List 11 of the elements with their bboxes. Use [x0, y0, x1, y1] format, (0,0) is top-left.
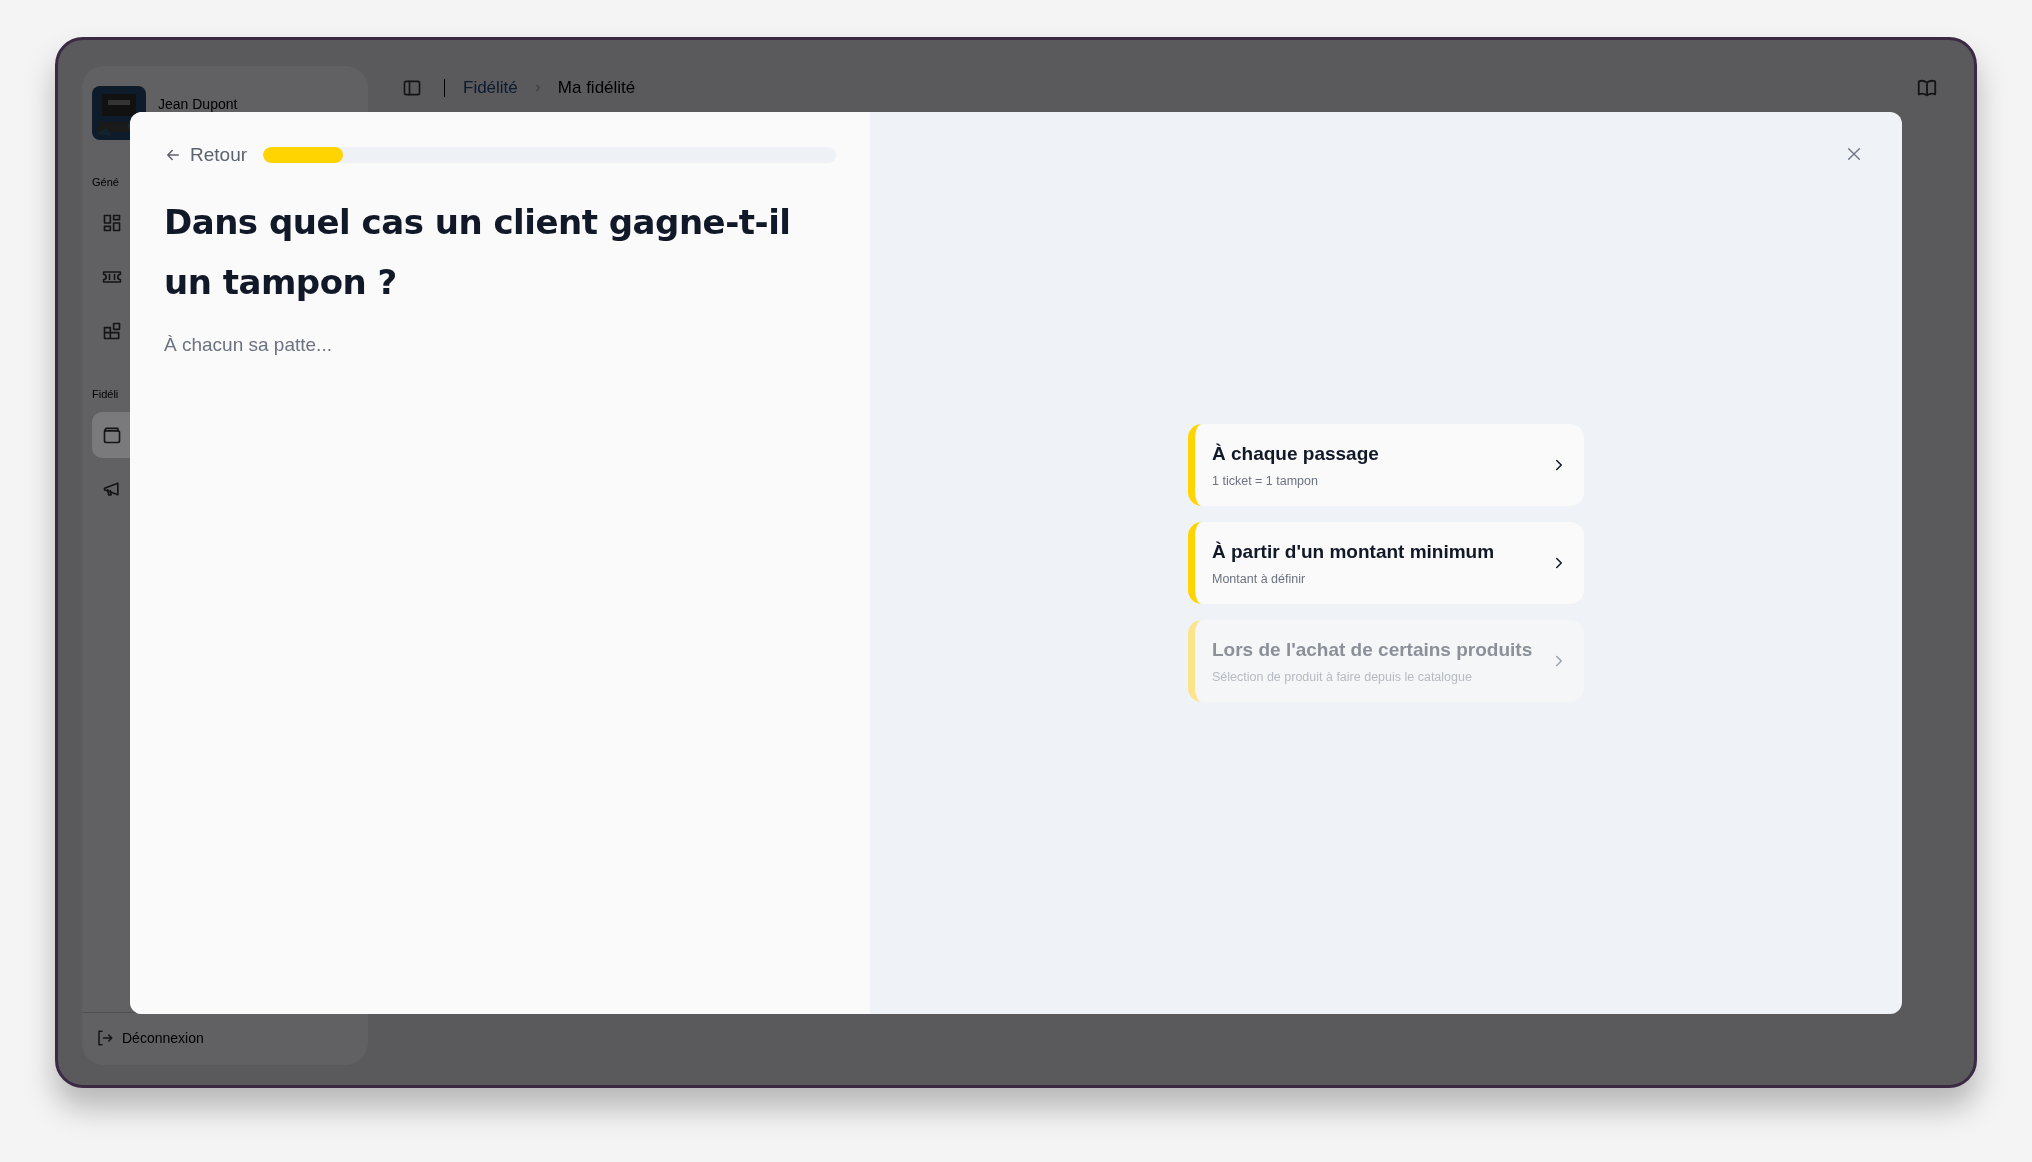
user-name: Jean Dupont [158, 96, 238, 112]
option-subtitle: 1 ticket = 1 tampon [1212, 473, 1319, 488]
question-title: Dans quel cas un client gagne-t-il un tampon ? [164, 201, 792, 304]
question-subtitle: À chacun sa patte... [164, 334, 333, 356]
section-label: Fidéli [92, 388, 120, 400]
option-subtitle: Sélection de produit à faire depuis le catalogue [1212, 669, 1473, 684]
option-title: À partir d'un montant minimum [1212, 540, 1496, 563]
option-subtitle: Montant à définir [1212, 571, 1307, 586]
section-label: Géné [92, 176, 120, 188]
option-title: À chaque passage [1212, 442, 1380, 465]
option-title: Lors de l'achat de certains produits [1212, 638, 1534, 661]
